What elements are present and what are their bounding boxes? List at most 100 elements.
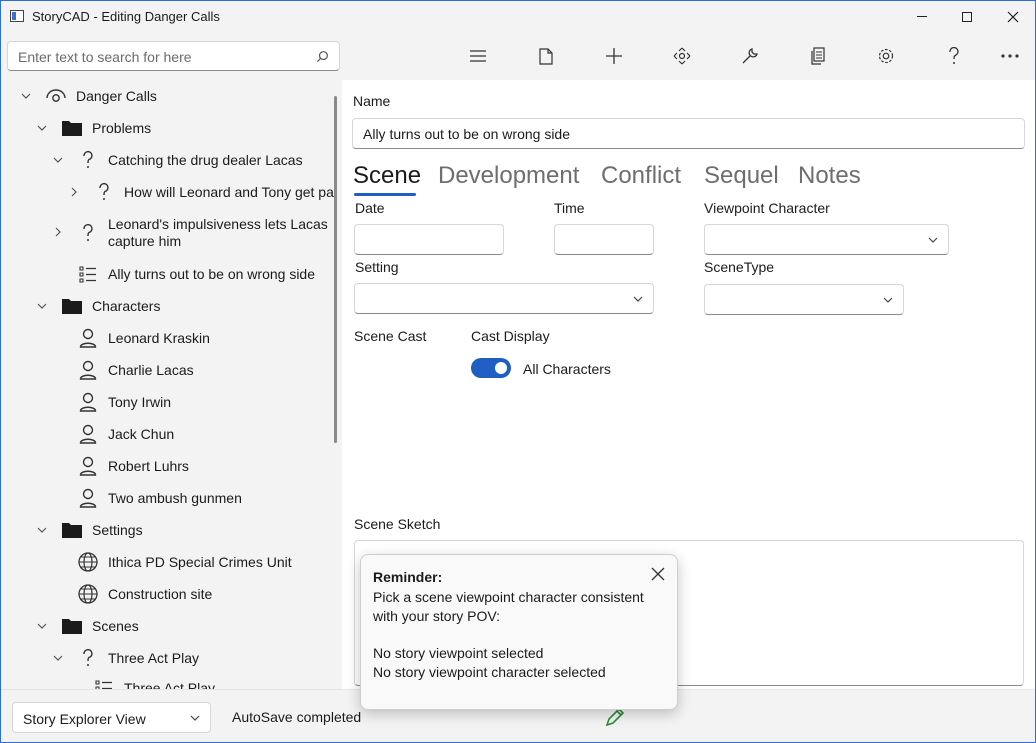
chevron-right-icon[interactable] [69,187,79,197]
question-icon [93,181,115,203]
move-button[interactable] [670,44,694,68]
tree-item-label: Leonard's impulsiveness lets Lacas [108,216,328,232]
chevron-down-icon [928,237,938,243]
navigation-pane: Enter text to search for here Danger Cal… [1,32,341,689]
add-button[interactable] [602,44,626,68]
more-button[interactable] [998,44,1022,68]
chevron-down-icon[interactable] [37,301,47,311]
tree-item-label: Characters [92,298,161,314]
tree-item[interactable]: How will Leonard and Tony get pas [1,176,335,208]
search-placeholder: Enter text to search for here [18,49,192,65]
question-icon [77,222,99,244]
chevron-down-icon [190,715,200,721]
chevron-right-icon[interactable] [53,227,63,237]
close-button[interactable] [990,1,1035,32]
add-icon [606,48,622,64]
app-window: StoryCAD - Editing Danger Calls Enter te… [0,0,1036,743]
chevron-down-icon[interactable] [37,621,47,631]
maximize-button[interactable] [944,1,990,32]
viewpoint-character-select[interactable] [704,224,949,255]
folder-icon [61,117,83,139]
question-icon [77,149,99,171]
chevron-down-icon[interactable] [53,155,63,165]
settings-button[interactable] [874,44,898,68]
help-button[interactable] [942,44,966,68]
tab-development[interactable]: Development [438,162,579,190]
search-icon[interactable] [316,50,329,63]
story-tree[interactable]: Danger Calls Problems Catching the drug de… [1,80,335,689]
tree-item[interactable]: Problems [1,112,335,144]
all-characters-label: All Characters [523,361,611,377]
chevron-down-icon[interactable] [21,91,31,101]
file-button[interactable] [534,44,558,68]
tab-conflict[interactable]: Conflict [601,162,681,190]
tree-item[interactable]: Settings [1,514,335,546]
tree-item-label: Problems [92,120,152,136]
folder-icon [61,615,83,637]
date-field[interactable] [354,224,504,255]
scenetype-label: SceneType [704,259,775,275]
document-icon [539,47,553,65]
minimize-button[interactable] [899,1,945,32]
more-icon [1001,54,1019,58]
tree-item[interactable]: Catching the drug dealer Lacas [1,144,335,176]
globe-icon [77,551,99,573]
time-field[interactable] [554,224,654,255]
tools-button[interactable] [738,44,762,68]
tree-item[interactable]: Construction site [1,578,335,610]
question-icon [77,647,99,669]
tree-item[interactable]: Three Act Play [1,672,335,689]
scenetype-select[interactable] [704,284,904,315]
tree-item[interactable]: Ithica PD Special Crimes Unit [1,546,335,578]
autosave-status: AutoSave completed [232,709,362,725]
close-icon[interactable] [651,567,665,581]
eye-icon [45,85,67,107]
view-select[interactable]: Story Explorer View [12,702,211,733]
tree-item[interactable]: Three Act Play [1,642,335,674]
tab-notes[interactable]: Notes [798,162,861,190]
tree-item-label: Tony Irwin [108,394,172,410]
active-tab-indicator [354,193,416,196]
name-label: Name [353,93,391,109]
setting-label: Setting [355,259,399,275]
tree-item[interactable]: Jack Chun [1,418,335,450]
tree-scrollbar[interactable] [334,96,337,443]
tree-item[interactable]: Danger Calls [1,80,335,112]
chevron-down-icon [883,297,893,303]
menu-button[interactable] [466,44,490,68]
name-field[interactable]: Ally turns out to be on wrong side [352,118,1025,149]
tree-item[interactable]: Two ambush gunmen [1,482,335,514]
person-icon [77,455,99,477]
chevron-down-icon[interactable] [53,653,63,663]
list-icon [93,677,115,689]
view-select-value: Story Explorer View [23,711,146,727]
search-input[interactable]: Enter text to search for here [7,41,340,71]
close-icon [1007,11,1019,22]
tree-item[interactable]: Ally turns out to be on wrong side [1,258,335,290]
chevron-down-icon [633,296,643,302]
tree-item[interactable]: Robert Luhrs [1,450,335,482]
tree-item-label: Catching the drug dealer Lacas [108,152,303,168]
scene-cast-label: Scene Cast [354,328,427,344]
title-bar: StoryCAD - Editing Danger Calls [1,1,1035,32]
tab-scene[interactable]: Scene [353,162,421,190]
tree-item[interactable]: Scenes [1,610,335,642]
help-icon [949,47,959,64]
chevron-down-icon[interactable] [37,525,47,535]
tree-item-label: Danger Calls [76,88,157,104]
tree-item[interactable]: Tony Irwin [1,386,335,418]
tree-item-label: Leonard Kraskin [108,330,210,346]
time-label: Time [554,200,585,216]
tab-sequel[interactable]: Sequel [704,162,779,190]
tree-item[interactable]: Leonard's impulsiveness lets Lacas captur… [1,208,335,249]
setting-select[interactable] [354,283,654,314]
reports-button[interactable] [806,44,830,68]
person-icon [77,423,99,445]
tree-item[interactable]: Leonard Kraskin [1,322,335,354]
chevron-down-icon[interactable] [37,123,47,133]
tree-item[interactable]: Charlie Lacas [1,354,335,386]
cast-display-toggle[interactable] [471,358,511,378]
tree-item[interactable]: Characters [1,290,335,322]
person-icon [77,391,99,413]
move-icon [673,47,691,65]
